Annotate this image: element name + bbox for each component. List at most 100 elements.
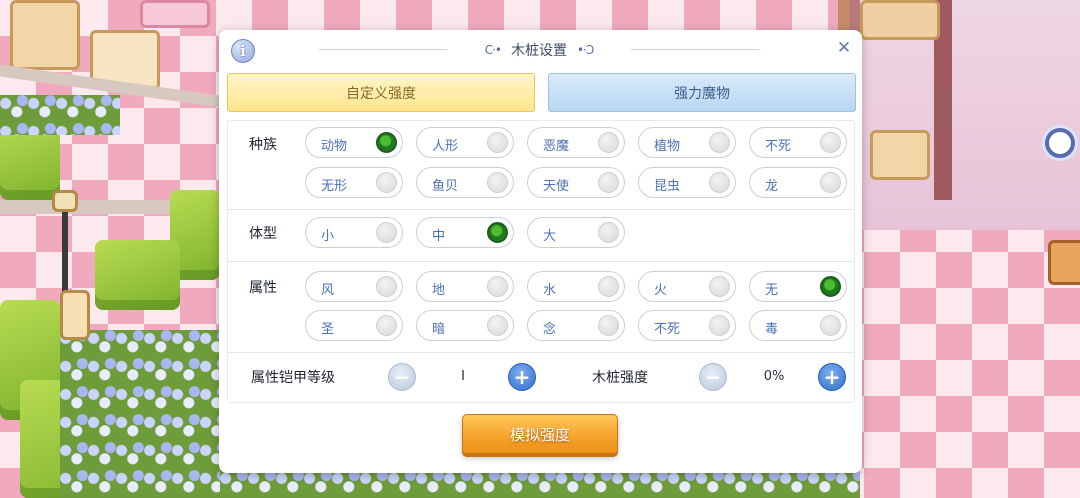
element-option-water[interactable]: 水 [527, 271, 625, 302]
size-option-large[interactable]: 大 [527, 217, 625, 248]
element-option-neutral[interactable]: 无 [749, 271, 847, 302]
race-option-humanoid[interactable]: 人形 [416, 127, 514, 158]
dummy-strength-label: 木桩强度 [592, 370, 648, 386]
dummy-strength-plus-button[interactable]: + [818, 363, 846, 391]
chip-label: 天使 [543, 179, 570, 194]
race-option-fish[interactable]: 鱼贝 [416, 167, 514, 198]
toggle-off-icon [820, 172, 841, 193]
chip-label: 风 [321, 283, 335, 298]
dialog-title-bar: C·• 木桩设置 •·Ɔ [319, 39, 759, 61]
chip-label: 小 [321, 229, 335, 244]
toggle-off-icon [487, 315, 508, 336]
pink-sofa [140, 0, 210, 28]
toggle-off-icon [709, 172, 730, 193]
lamp-base [60, 290, 90, 340]
race-option-demon[interactable]: 恶魔 [527, 127, 625, 158]
armor-level-minus-button[interactable]: − [388, 363, 416, 391]
element-option-undead[interactable]: 不死 [638, 310, 736, 341]
chip-label: 地 [432, 283, 446, 298]
toggle-off-icon [376, 276, 397, 297]
toggle-off-icon [709, 132, 730, 153]
race-option-dragon[interactable]: 龙 [749, 167, 847, 198]
chip-label: 不死 [765, 139, 792, 154]
size-label: 体型 [249, 226, 277, 242]
chip-label: 暗 [432, 322, 446, 337]
toggle-off-icon [376, 222, 397, 243]
toggle-off-icon [487, 132, 508, 153]
armor-level-label: 属性铠甲等级 [251, 370, 335, 386]
title-divider-right [631, 49, 759, 50]
section-divider [228, 261, 854, 262]
toggle-off-icon [598, 315, 619, 336]
hedge-bush [95, 240, 180, 310]
toggle-off-icon [709, 276, 730, 297]
element-option-earth[interactable]: 地 [416, 271, 514, 302]
toggle-off-icon [598, 222, 619, 243]
dialog-title: 木桩设置 [510, 43, 567, 59]
element-option-shadow[interactable]: 暗 [416, 310, 514, 341]
plus-icon: + [513, 365, 531, 389]
title-ornament-left-icon: C·• [484, 43, 502, 57]
side-table [870, 130, 930, 180]
info-icon[interactable]: i [231, 39, 255, 63]
dummy-strength-value: 0% [763, 369, 785, 384]
chip-label: 水 [543, 283, 557, 298]
toggle-on-icon [487, 222, 508, 243]
race-option-undead[interactable]: 不死 [749, 127, 847, 158]
chip-label: 不死 [654, 322, 681, 337]
race-option-animal[interactable]: 动物 [305, 127, 403, 158]
toggle-off-icon [598, 172, 619, 193]
section-divider [228, 352, 854, 353]
chip-label: 大 [543, 229, 557, 244]
element-option-wind[interactable]: 风 [305, 271, 403, 302]
lamp-head [52, 190, 78, 212]
chip-label: 人形 [432, 139, 459, 154]
toggle-off-icon [487, 172, 508, 193]
chip-label: 植物 [654, 139, 681, 154]
toggle-on-icon [376, 132, 397, 153]
race-option-insect[interactable]: 昆虫 [638, 167, 736, 198]
race-label: 种族 [249, 137, 277, 153]
toggle-off-icon [487, 276, 508, 297]
toggle-off-icon [598, 132, 619, 153]
toggle-off-icon [820, 315, 841, 336]
plus-icon: + [823, 365, 841, 389]
info-icon-glyph: i [240, 42, 246, 60]
element-option-fire[interactable]: 火 [638, 271, 736, 302]
dummy-settings-dialog: i C·• 木桩设置 •·Ɔ ✕ 自定义强度 强力魔物 种族 动物 人形 恶魔 … [219, 30, 862, 473]
toggle-on-icon [820, 276, 841, 297]
chip-label: 鱼贝 [432, 179, 459, 194]
toggle-off-icon [820, 132, 841, 153]
toggle-off-icon [376, 315, 397, 336]
simulate-strength-button[interactable]: 模拟强度 [462, 414, 618, 454]
chip-label: 中 [432, 229, 446, 244]
size-option-medium[interactable]: 中 [416, 217, 514, 248]
side-menu-button[interactable] [1045, 128, 1075, 158]
close-icon[interactable]: ✕ [835, 39, 853, 57]
title-divider-left [319, 49, 447, 50]
armor-level-plus-button[interactable]: + [508, 363, 536, 391]
chip-label: 无形 [321, 179, 348, 194]
toggle-off-icon [598, 276, 619, 297]
chip-label: 火 [654, 283, 668, 298]
stool-furniture [1048, 240, 1080, 285]
toggle-off-icon [376, 172, 397, 193]
settings-panel: 种族 动物 人形 恶魔 植物 不死 无形 鱼贝 天使 昆虫 龙 体型 小 中 大… [227, 120, 855, 403]
element-option-holy[interactable]: 圣 [305, 310, 403, 341]
tab-custom-strength[interactable]: 自定义强度 [227, 73, 535, 112]
tab-strong-monster[interactable]: 强力魔物 [548, 73, 856, 112]
minus-icon: − [393, 365, 411, 389]
bookshelf-furniture [10, 0, 80, 70]
dummy-strength-minus-button[interactable]: − [699, 363, 727, 391]
chip-label: 龙 [765, 179, 779, 194]
race-option-angel[interactable]: 天使 [527, 167, 625, 198]
size-option-small[interactable]: 小 [305, 217, 403, 248]
toggle-off-icon [709, 315, 730, 336]
element-option-ghost[interactable]: 念 [527, 310, 625, 341]
element-option-poison[interactable]: 毒 [749, 310, 847, 341]
section-divider [228, 209, 854, 210]
race-option-formless[interactable]: 无形 [305, 167, 403, 198]
race-option-plant[interactable]: 植物 [638, 127, 736, 158]
chip-label: 动物 [321, 139, 348, 154]
cabinet-furniture [860, 0, 940, 40]
